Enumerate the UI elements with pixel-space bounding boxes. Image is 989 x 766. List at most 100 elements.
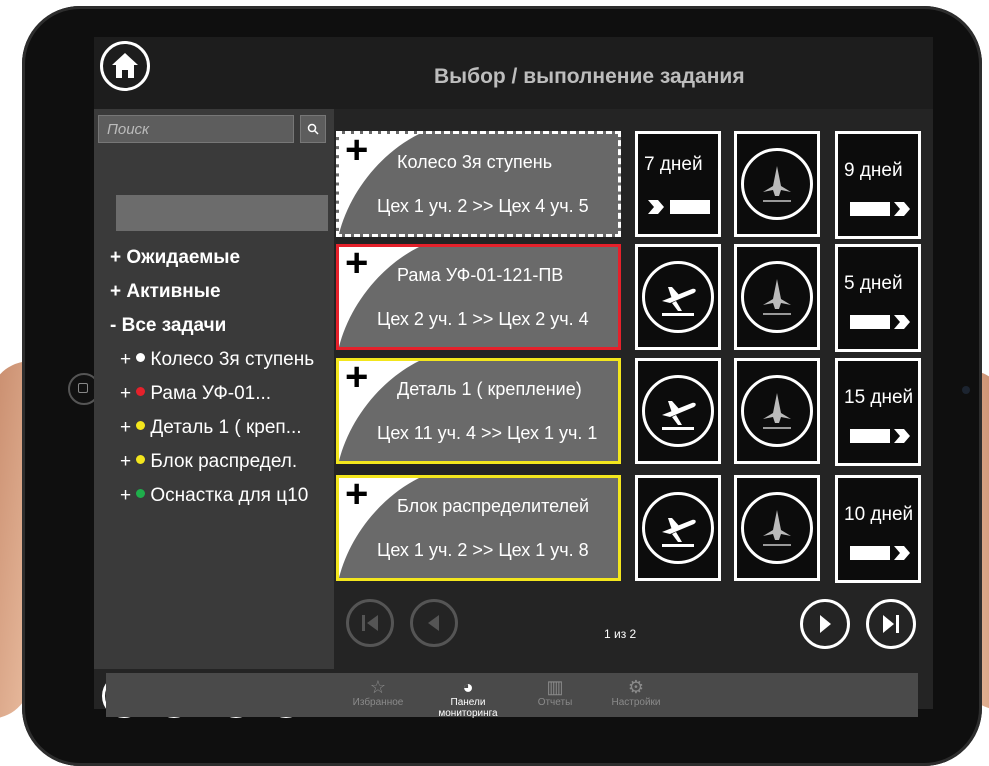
tab-monitoring[interactable]: ◕ Панели мониторинга	[420, 677, 516, 719]
expand-toggle[interactable]: +	[120, 417, 131, 438]
expand-toggle[interactable]: +	[120, 383, 131, 404]
tree-group-active[interactable]: + Активные	[110, 275, 314, 309]
skip-last-icon	[883, 615, 899, 633]
progress-arrow-icon	[850, 429, 910, 443]
arrival-tile[interactable]	[734, 358, 820, 464]
last-page-button[interactable]	[866, 599, 916, 649]
tab-bar: ☆ Избранное ◕ Панели мониторинга ▥ Отчет…	[106, 673, 918, 719]
arrival-icon	[763, 510, 791, 546]
departure-tile[interactable]	[635, 475, 721, 581]
task-card[interactable]: + Рама УФ-01-121-ПВ Цех 2 уч. 1 >> Цех 2…	[336, 243, 621, 350]
add-task-icon[interactable]: +	[345, 130, 368, 170]
search-input[interactable]	[99, 116, 293, 142]
skip-first-icon	[362, 615, 378, 631]
status-dot	[136, 387, 146, 397]
home-icon[interactable]	[100, 41, 150, 91]
tree-item[interactable]: + Деталь 1 ( креп...	[110, 411, 314, 445]
prev-page-button[interactable]	[410, 599, 458, 647]
app-screen: Выбор / выполнение задания + Ожидаемые +…	[94, 37, 933, 719]
tree-item-label: Колесо 3я ступень	[150, 349, 315, 370]
progress-arrow-icon	[850, 315, 910, 329]
page-title: Выбор / выполнение задания	[434, 65, 745, 88]
page-indicator: 1 из 2	[604, 627, 637, 641]
gauge-icon: ◕	[462, 677, 474, 697]
add-task-icon[interactable]: +	[345, 243, 368, 283]
expand-toggle[interactable]: +	[120, 485, 131, 506]
tree-item[interactable]: + Колесо 3я ступень	[110, 343, 314, 377]
tree-group-expected[interactable]: + Ожидаемые	[110, 241, 314, 275]
tree-item-label: Блок распредел.	[150, 451, 298, 472]
arrival-tile[interactable]	[734, 131, 820, 237]
bar-chart-icon: ▥	[546, 677, 564, 697]
add-task-icon[interactable]: +	[345, 357, 368, 397]
end-days-tile[interactable]: 5 дней	[835, 244, 921, 352]
sidebar: + Ожидаемые + Активные - Все задачи + Ко…	[94, 109, 334, 718]
task-route: Цех 2 уч. 1 >> Цех 2 уч. 4	[377, 309, 589, 329]
next-page-button[interactable]	[800, 599, 850, 649]
first-page-button[interactable]	[346, 599, 394, 647]
end-days-label: 5 дней	[844, 273, 903, 294]
expand-toggle[interactable]: +	[120, 451, 131, 472]
arrival-tile[interactable]	[734, 244, 820, 350]
header: Выбор / выполнение задания	[94, 37, 933, 109]
task-name: Деталь 1 ( крепление)	[397, 379, 582, 399]
tree-item[interactable]: + Рама УФ-01...	[110, 377, 314, 411]
task-tree: + Ожидаемые + Активные - Все задачи + Ко…	[110, 241, 314, 513]
tree-item[interactable]: + Блок распредел.	[110, 445, 314, 479]
tab-label: Избранное	[352, 697, 404, 708]
task-card[interactable]: + Колесо 3я ступень Цех 1 уч. 2 >> Цех 4…	[336, 130, 621, 237]
search-button[interactable]	[300, 115, 326, 143]
task-card[interactable]: + Деталь 1 ( крепление) Цех 11 уч. 4 >> …	[336, 357, 621, 464]
tab-reports[interactable]: ▥ Отчеты	[530, 677, 580, 708]
star-icon: ☆	[369, 677, 387, 697]
chevron-left-icon	[428, 615, 439, 631]
status-dot	[136, 421, 146, 431]
task-card[interactable]: + Блок распределителей Цех 1 уч. 2 >> Це…	[336, 474, 621, 581]
departure-tile[interactable]	[635, 244, 721, 350]
progress-arrow-icon	[850, 546, 910, 560]
tab-label: Панели мониторинга	[438, 697, 498, 719]
task-route: Цех 1 уч. 2 >> Цех 4 уч. 5	[377, 196, 589, 216]
add-task-icon[interactable]: +	[345, 474, 368, 514]
tablet-camera	[962, 386, 970, 394]
tab-label: Настройки	[611, 697, 661, 708]
status-dot	[136, 455, 146, 465]
tree-item[interactable]: + Оснастка для ц10	[110, 479, 314, 513]
arrival-tile[interactable]	[734, 475, 820, 581]
task-name: Колесо 3я ступень	[397, 152, 553, 172]
departure-icon	[662, 287, 696, 316]
gear-icon: ⚙	[627, 677, 645, 697]
tree-group-all[interactable]: - Все задачи	[110, 309, 314, 343]
chevron-right-icon	[820, 615, 831, 633]
start-days-label: 7 дней	[644, 154, 703, 175]
end-days-label: 15 дней	[844, 387, 914, 408]
end-days-label: 9 дней	[844, 160, 903, 181]
tree-item-label: Рама УФ-01...	[150, 383, 272, 404]
task-name: Блок распределителей	[397, 496, 590, 516]
task-name: Рама УФ-01-121-ПВ	[397, 265, 564, 285]
end-days-tile[interactable]: 15 дней	[835, 358, 921, 466]
progress-arrow-icon	[648, 200, 710, 214]
search-field[interactable]	[98, 115, 294, 143]
tab-favorites[interactable]: ☆ Избранное	[348, 677, 408, 708]
tab-label: Отчеты	[537, 697, 573, 708]
status-dot	[136, 489, 146, 499]
arrival-icon	[763, 166, 791, 202]
end-days-tile[interactable]: 10 дней	[835, 475, 921, 583]
end-days-tile[interactable]: 9 дней	[835, 131, 921, 239]
task-route: Цех 11 уч. 4 >> Цех 1 уч. 1	[377, 423, 598, 443]
status-dot	[136, 353, 146, 363]
end-days-label: 10 дней	[844, 504, 914, 525]
filter-placeholder	[116, 195, 328, 231]
arrival-icon	[763, 279, 791, 315]
tab-settings[interactable]: ⚙ Настройки	[606, 677, 666, 708]
start-days-tile[interactable]: 7 дней	[635, 131, 721, 237]
task-route: Цех 1 уч. 2 >> Цех 1 уч. 8	[377, 540, 589, 560]
departure-icon	[662, 401, 696, 430]
departure-icon	[662, 518, 696, 547]
arrival-icon	[763, 393, 791, 429]
departure-tile[interactable]	[635, 358, 721, 464]
progress-arrow-icon	[850, 202, 910, 216]
tree-item-label: Оснастка для ц10	[150, 485, 309, 506]
expand-toggle[interactable]: +	[120, 349, 131, 370]
